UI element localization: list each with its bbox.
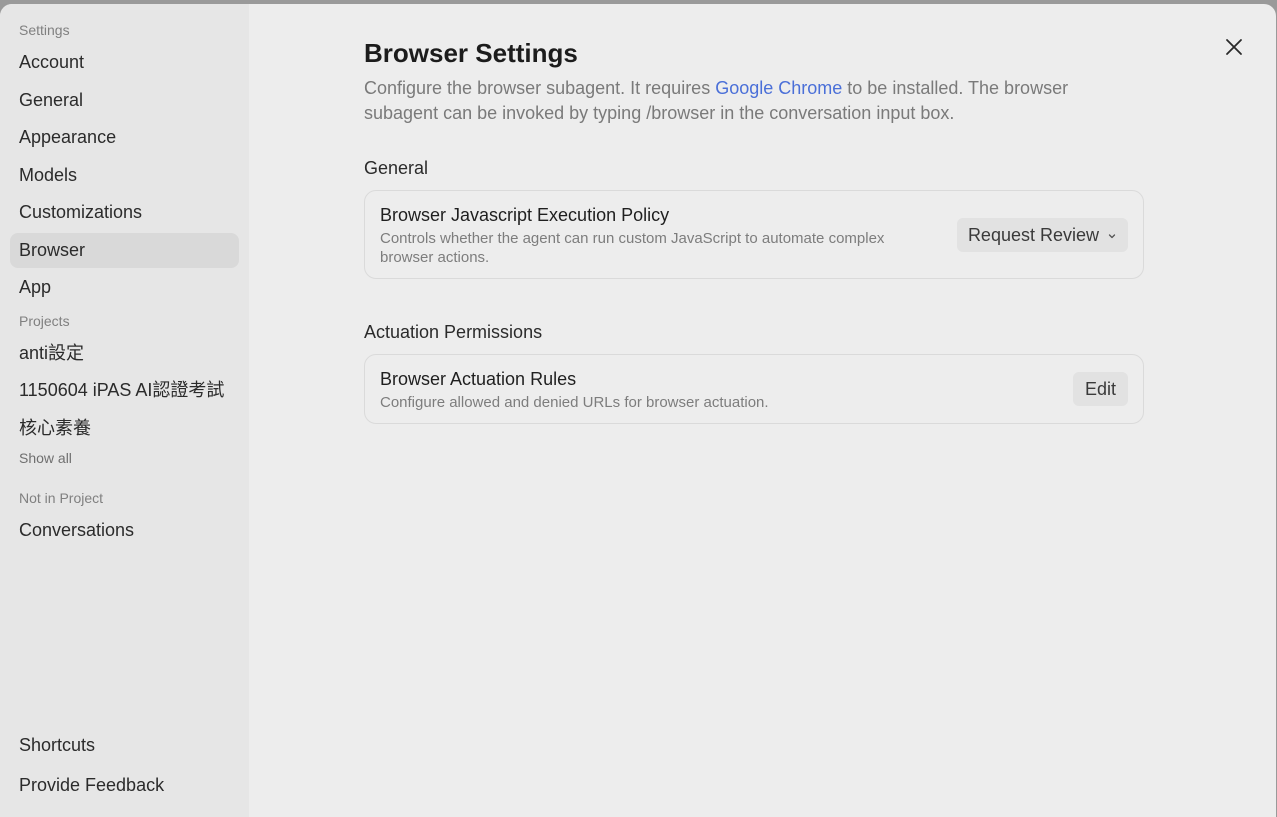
sidebar-item-shortcuts[interactable]: Shortcuts [10, 727, 239, 763]
dropdown-value: Request Review [967, 224, 1099, 245]
section-title-actuation: Actuation Permissions [364, 322, 543, 342]
sidebar-item-feedback[interactable]: Provide Feedback [10, 767, 239, 803]
card-title: Browser Javascript Execution Policy [380, 204, 670, 225]
sidebar-section-settings: Settings [19, 22, 70, 38]
sidebar-project-item[interactable]: 1150604 iPAS AI認證考試 [10, 373, 239, 408]
section-title-general: General [364, 158, 429, 178]
card-description: Configure allowed and denied URLs for br… [380, 393, 769, 411]
main-panel: Browser Settings Configure the browser s… [249, 4, 1276, 817]
sidebar-section-projects: Projects [19, 312, 70, 329]
close-icon [1226, 39, 1242, 55]
sidebar-project-item[interactable]: anti設定 [10, 336, 239, 371]
edit-button[interactable]: Edit [1072, 372, 1128, 406]
card-text: Browser Javascript Execution Policy Cont… [380, 203, 940, 267]
sidebar-item-models[interactable]: Models [10, 158, 239, 193]
chevron-down-icon [1107, 218, 1117, 252]
sidebar-item-browser[interactable]: Browser [10, 232, 239, 268]
sidebar-footer: Shortcuts Provide Feedback [10, 727, 239, 807]
sidebar-item-appearance[interactable]: Appearance [10, 120, 239, 155]
card-title: Browser Actuation Rules [380, 368, 577, 389]
js-policy-card: Browser Javascript Execution Policy Cont… [364, 190, 1144, 279]
actuation-rules-card: Browser Actuation Rules Configure allowe… [364, 354, 1144, 424]
google-chrome-link[interactable]: Google Chrome [715, 78, 842, 98]
close-button[interactable] [1225, 38, 1243, 56]
settings-window: Settings Account General Appearance Mode… [0, 4, 1276, 817]
description-text: Configure the browser subagent. It requi… [364, 78, 716, 98]
js-policy-dropdown[interactable]: Request Review [956, 217, 1128, 252]
page-title: Browser Settings [364, 38, 578, 68]
sidebar: Settings Account General Appearance Mode… [0, 4, 249, 817]
sidebar-item-app[interactable]: App [10, 270, 239, 305]
card-description: Controls whether the agent can run custo… [380, 229, 885, 266]
sidebar-item-general[interactable]: General [10, 83, 239, 118]
sidebar-section-not-in-project: Not in Project [19, 490, 104, 506]
settings-content: Browser Settings Configure the browser s… [364, 36, 1144, 424]
sidebar-project-item[interactable]: 核心素養 [10, 411, 239, 446]
page-description: Configure the browser subagent. It requi… [364, 76, 1104, 126]
sidebar-item-customizations[interactable]: Customizations [10, 195, 239, 230]
show-all-link[interactable]: Show all [10, 448, 239, 468]
card-text: Browser Actuation Rules Configure allowe… [380, 367, 769, 412]
sidebar-item-account[interactable]: Account [10, 45, 239, 80]
sidebar-item-conversations[interactable]: Conversations [10, 513, 239, 548]
